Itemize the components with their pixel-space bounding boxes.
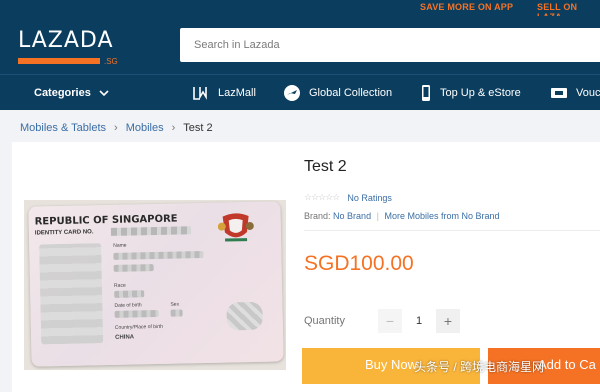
- lazada-logo[interactable]: LAZADA .SG: [18, 28, 128, 68]
- search-box: [180, 28, 600, 62]
- crest-icon: [216, 208, 255, 247]
- breadcrumb-mobiles-tablets[interactable]: Mobiles & Tablets: [20, 122, 106, 134]
- more-from-brand-link[interactable]: More Mobiles from No Brand: [384, 211, 499, 221]
- brand-label: Brand:: [304, 211, 331, 221]
- logo-word: LAZADA: [18, 28, 114, 53]
- categories-menu[interactable]: Categories: [34, 75, 109, 111]
- nav-item-label: LazMall: [218, 87, 256, 99]
- nav-item-top-up[interactable]: Top Up & eStore: [420, 75, 521, 111]
- sex-blur: [170, 309, 183, 317]
- name-blur: [113, 264, 154, 272]
- nav-bar: Categories LazMall Global Collection Top…: [0, 74, 600, 110]
- field-race-label: Race: [113, 282, 126, 289]
- no-ratings-link[interactable]: No Ratings: [347, 193, 392, 203]
- logo-suffix: .SG: [104, 57, 118, 66]
- header: LAZADA .SG: [0, 16, 600, 74]
- thumbprint-blur: [226, 301, 263, 331]
- nav-item-vouchers[interactable]: Vouc: [550, 75, 600, 111]
- chevron-right-icon: ›: [114, 122, 118, 134]
- divider: |: [376, 211, 379, 221]
- phone-icon: [420, 84, 432, 102]
- dob-blur: [114, 309, 159, 318]
- quantity-decrease-button[interactable]: −: [378, 309, 402, 333]
- breadcrumb-mobiles[interactable]: Mobiles: [126, 122, 164, 134]
- quantity-label: Quantity: [304, 315, 345, 327]
- face-photo-blur: [39, 243, 104, 345]
- nav-item-label: Global Collection: [309, 87, 393, 99]
- field-name-label: Name: [113, 242, 127, 249]
- quantity-value[interactable]: 1: [408, 309, 430, 333]
- globe-plane-icon: [283, 84, 301, 102]
- divider-line: [304, 230, 600, 231]
- product-image[interactable]: REPUBLIC OF SINGAPORE IDENTITY CARD NO. …: [24, 200, 286, 370]
- brand-row: Brand: No Brand | More Mobiles from No B…: [304, 211, 500, 221]
- watermark-text: 头条号 / 跨境电商海星网: [414, 360, 545, 374]
- top-strip: SAVE MORE ON APP SELL ON LAZA: [0, 0, 600, 22]
- id-card-subtitle: IDENTITY CARD NO.: [34, 229, 94, 237]
- breadcrumb: Mobiles & Tablets › Mobiles › Test 2: [20, 122, 213, 134]
- id-card-title: REPUBLIC OF SINGAPORE: [34, 213, 178, 228]
- id-card-photo: REPUBLIC OF SINGAPORE IDENTITY CARD NO. …: [28, 201, 284, 367]
- nav-item-global-collection[interactable]: Global Collection: [283, 75, 392, 111]
- race-blur: [114, 290, 145, 298]
- rating-row: ☆☆☆☆☆ No Ratings: [304, 192, 392, 203]
- nav-item-label: Vouc: [576, 87, 600, 99]
- nav-item-lazmall[interactable]: LazMall: [192, 75, 256, 111]
- nav-item-label: Top Up & eStore: [440, 87, 521, 99]
- field-sex-label: Sex: [170, 301, 180, 308]
- brand-link[interactable]: No Brand: [333, 211, 371, 221]
- field-birthplace-label: Country/Place of birth: [114, 323, 164, 331]
- star-rating-icon: ☆☆☆☆☆: [304, 192, 340, 202]
- voucher-icon: [550, 86, 568, 100]
- categories-label: Categories: [34, 87, 91, 99]
- id-number-blur: [110, 226, 191, 236]
- quantity-increase-button[interactable]: +: [436, 309, 460, 333]
- lazmall-icon: [192, 85, 210, 101]
- breadcrumb-current: Test 2: [183, 122, 213, 134]
- chevron-right-icon: ›: [171, 122, 176, 134]
- product-title: Test 2: [304, 158, 347, 175]
- search-input[interactable]: [180, 28, 600, 62]
- chevron-down-icon: [99, 89, 109, 97]
- logo-bar: [18, 58, 100, 64]
- save-more-on-app-link[interactable]: SAVE MORE ON APP: [420, 2, 513, 12]
- product-price: SGD100.00: [304, 252, 414, 275]
- country-value: CHINA: [115, 334, 135, 341]
- field-dob-label: Date of birth: [114, 302, 142, 309]
- name-blur: [113, 251, 204, 260]
